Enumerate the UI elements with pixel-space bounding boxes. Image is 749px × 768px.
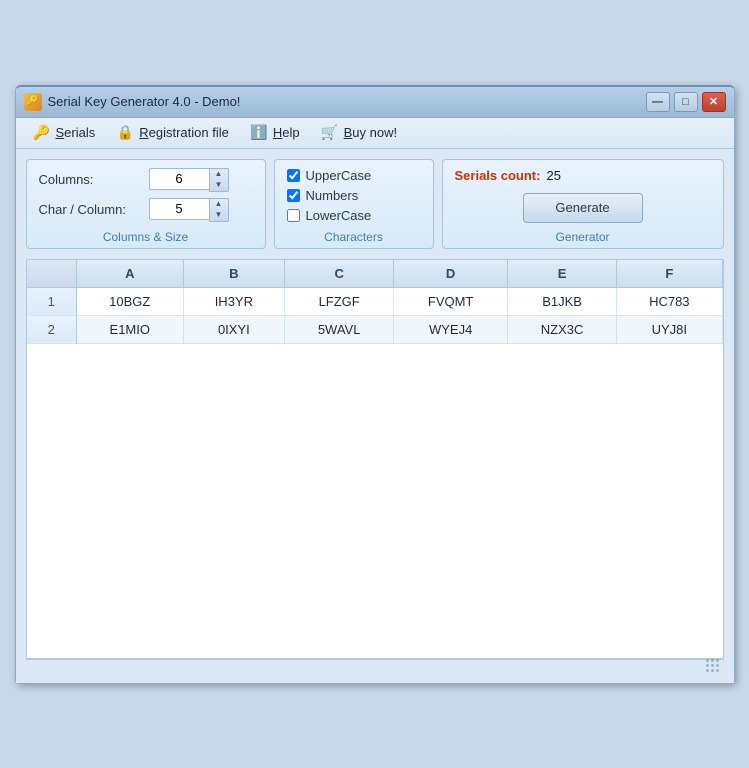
columns-input[interactable]: [149, 168, 209, 190]
table-header-a: A: [77, 260, 184, 288]
char-column-field-row: Char / Column: ▲ ▼: [39, 198, 253, 222]
table-cell: WYEJ4: [394, 315, 508, 343]
serials-count-value: 25: [546, 168, 560, 183]
lowercase-checkbox[interactable]: [287, 209, 300, 222]
menu-bar: 🔑 Serials 🔒 Registration file ℹ️ Help 🛒 …: [16, 118, 734, 149]
grip-dot: [711, 669, 714, 672]
serials-count-label: Serials count:: [455, 168, 541, 183]
table-header-e: E: [508, 260, 617, 288]
table-cell: HC783: [617, 287, 722, 315]
grip-dot: [716, 664, 719, 667]
minimize-button[interactable]: —: [646, 92, 670, 112]
grip-dot: [711, 659, 714, 662]
lowercase-row: LowerCase: [287, 208, 421, 223]
uppercase-label[interactable]: UpperCase: [306, 168, 372, 183]
app-icon: 🔑: [24, 93, 42, 111]
registration-icon: 🔒: [115, 124, 135, 142]
serials-count-row: Serials count: 25: [455, 168, 711, 183]
maximize-button[interactable]: □: [674, 92, 698, 112]
title-bar-buttons: — □ ✕: [646, 92, 726, 112]
grip-dot: [716, 669, 719, 672]
menu-help[interactable]: ℹ️ Help: [241, 121, 308, 145]
menu-serials-label: Serials: [56, 125, 96, 140]
generator-panel: Serials count: 25 Generate Generator: [442, 159, 724, 249]
table-header-b: B: [183, 260, 285, 288]
char-column-input[interactable]: [149, 198, 209, 220]
columns-spin-down[interactable]: ▼: [210, 180, 228, 191]
scroll-corner: [26, 659, 724, 673]
char-column-spinners: ▲ ▼: [209, 198, 229, 222]
serials-table-wrapper: A B C D E F 110BGZIH3YRLFZGFFVQMTB1JKBHC…: [26, 259, 724, 659]
serials-icon: 🔑: [32, 124, 52, 142]
menu-buy-label: Buy now!: [344, 125, 397, 140]
table-header-row: A B C D E F: [27, 260, 723, 288]
grip-dot: [706, 669, 709, 672]
char-column-input-group: ▲ ▼: [149, 198, 229, 222]
menu-registration-label: Registration file: [139, 125, 229, 140]
menu-buy[interactable]: 🛒 Buy now!: [312, 121, 405, 145]
help-icon: ℹ️: [249, 124, 269, 142]
table-cell: UYJ8I: [617, 315, 722, 343]
table-cell: B1JKB: [508, 287, 617, 315]
columns-spinners: ▲ ▼: [209, 168, 229, 192]
window-title: Serial Key Generator 4.0 - Demo!: [48, 94, 241, 109]
table-body: 110BGZIH3YRLFZGFFVQMTB1JKBHC7832E1MIO0IX…: [27, 287, 723, 343]
generator-panel-label: Generator: [443, 230, 723, 244]
table-cell: E1MIO: [77, 315, 184, 343]
app-window: 🔑 Serial Key Generator 4.0 - Demo! — □ ✕…: [15, 85, 735, 684]
numbers-row: Numbers: [287, 188, 421, 203]
serials-table: A B C D E F 110BGZIH3YRLFZGFFVQMTB1JKBHC…: [27, 260, 723, 344]
table-row: 2E1MIO0IXYI5WAVLWYEJ4NZX3CUYJ8I: [27, 315, 723, 343]
menu-help-label: Help: [273, 125, 300, 140]
columns-input-group: ▲ ▼: [149, 168, 229, 192]
lowercase-label[interactable]: LowerCase: [306, 208, 372, 223]
char-column-spin-down[interactable]: ▼: [210, 210, 228, 221]
menu-serials[interactable]: 🔑 Serials: [24, 121, 104, 145]
table-cell: 10BGZ: [77, 287, 184, 315]
columns-size-panel-label: Columns & Size: [27, 230, 265, 244]
menu-registration[interactable]: 🔒 Registration file: [107, 121, 237, 145]
columns-label: Columns:: [39, 172, 149, 187]
table-row-number: 1: [27, 287, 77, 315]
main-content: Columns: ▲ ▼ Char / Column: ▲: [16, 149, 734, 683]
generate-button[interactable]: Generate: [523, 193, 643, 223]
table-cell: LFZGF: [285, 287, 394, 315]
numbers-checkbox[interactable]: [287, 189, 300, 202]
columns-field-row: Columns: ▲ ▼: [39, 168, 253, 192]
char-column-label: Char / Column:: [39, 202, 149, 217]
table-header-f: F: [617, 260, 722, 288]
table-header-c: C: [285, 260, 394, 288]
uppercase-checkbox[interactable]: [287, 169, 300, 182]
char-column-spin-up[interactable]: ▲: [210, 199, 228, 210]
columns-size-panel: Columns: ▲ ▼ Char / Column: ▲: [26, 159, 266, 249]
close-button[interactable]: ✕: [702, 92, 726, 112]
grip-dot: [711, 664, 714, 667]
title-bar: 🔑 Serial Key Generator 4.0 - Demo! — □ ✕: [16, 87, 734, 118]
characters-panel: UpperCase Numbers LowerCase Characters: [274, 159, 434, 249]
characters-panel-label: Characters: [275, 230, 433, 244]
uppercase-row: UpperCase: [287, 168, 421, 183]
table-row: 110BGZIH3YRLFZGFFVQMTB1JKBHC783: [27, 287, 723, 315]
grip-dot: [706, 659, 709, 662]
numbers-label[interactable]: Numbers: [306, 188, 359, 203]
table-cell: 5WAVL: [285, 315, 394, 343]
resize-grip: [706, 659, 720, 673]
table-header-index: [27, 260, 77, 288]
table-cell: FVQMT: [394, 287, 508, 315]
buy-icon: 🛒: [320, 124, 340, 142]
grip-dot: [716, 659, 719, 662]
table-cell: 0IXYI: [183, 315, 285, 343]
panels-row: Columns: ▲ ▼ Char / Column: ▲: [26, 159, 724, 249]
title-bar-left: 🔑 Serial Key Generator 4.0 - Demo!: [24, 93, 241, 111]
table-cell: NZX3C: [508, 315, 617, 343]
columns-spin-up[interactable]: ▲: [210, 169, 228, 180]
grip-dot: [706, 664, 709, 667]
table-header-d: D: [394, 260, 508, 288]
table-cell: IH3YR: [183, 287, 285, 315]
table-row-number: 2: [27, 315, 77, 343]
